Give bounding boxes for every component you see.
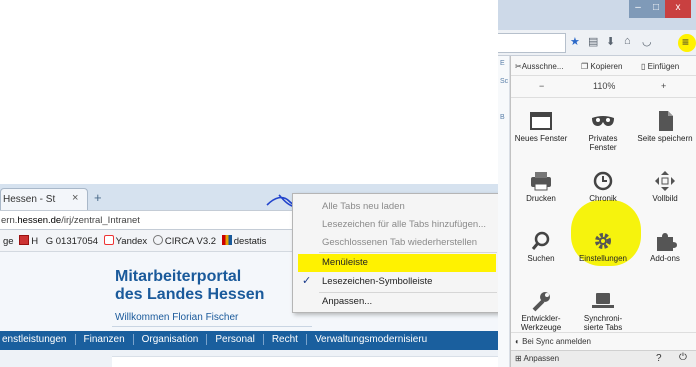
home-icon[interactable]: ⌂: [624, 35, 631, 47]
copy-icon: ❐: [581, 62, 591, 71]
zoom-controls: − 110% +: [511, 76, 696, 98]
menu-separator: [319, 252, 497, 253]
favicon-red-icon: [19, 235, 30, 245]
puzzle-icon: [657, 233, 677, 251]
menu-item-restore-closed-tab[interactable]: Geschlossenen Tab wiederherstellen: [293, 235, 500, 251]
bookmark-item[interactable]: CIRCA V3.2: [152, 235, 216, 247]
content-area: [0, 350, 498, 367]
nav-personal[interactable]: Personal: [207, 334, 264, 345]
printer-icon: [531, 172, 551, 191]
url-prefix: ern.: [1, 215, 18, 226]
bookmark-item[interactable]: destatis: [221, 235, 266, 247]
search-button[interactable]: Suchen: [513, 224, 569, 280]
fullscreen-icon: [655, 171, 675, 191]
zoom-in-button[interactable]: +: [661, 81, 666, 91]
print-button[interactable]: Drucken: [513, 164, 569, 220]
help-icon[interactable]: ?: [656, 353, 662, 364]
menu-item-reload-all-tabs[interactable]: Alle Tabs neu laden: [293, 199, 500, 215]
portal-title: Mitarbeiterportal des Landes Hessen: [115, 268, 265, 303]
menu-separator: [319, 292, 497, 293]
edit-controls: ✂Ausschne... ❐ Kopieren ▯ Einfügen: [511, 56, 696, 76]
fullscreen-button[interactable]: Vollbild: [637, 164, 693, 220]
portal-navigation: enstleistungen Finanzen Organisation Person…: [0, 331, 498, 350]
toolbar-context-menu: Alle Tabs neu laden Lesezeichen für alle…: [292, 193, 501, 313]
copy-button[interactable]: ❐ Kopieren: [581, 62, 622, 71]
bookmark-item[interactable]: Yandex: [103, 235, 147, 247]
cut-button[interactable]: ✂Ausschne...: [515, 62, 564, 71]
close-tab-icon[interactable]: ×: [72, 192, 78, 204]
private-window-button[interactable]: Privates Fenster: [575, 104, 631, 160]
welcome-text: Willkommen Florian Fischer: [115, 312, 239, 323]
page-icon: [659, 111, 673, 131]
panel-footer: ⊞ Anpassen ? ⏻: [511, 350, 696, 367]
paste-button[interactable]: ▯ Einfügen: [641, 62, 679, 71]
bookmark-item[interactable]: G 01317054: [44, 235, 98, 247]
menu-item-customize[interactable]: Anpassen...: [293, 294, 500, 310]
zoom-level[interactable]: 110%: [593, 81, 615, 91]
nav-organisation[interactable]: Organisation: [134, 334, 208, 345]
bookmark-item[interactable]: H: [19, 235, 38, 247]
minimize-button[interactable]: –: [629, 0, 647, 18]
download-icon[interactable]: ⬇: [606, 35, 615, 48]
clock-icon: [593, 171, 613, 191]
sync-signin[interactable]: ◐ Bei Sync anmelden: [511, 332, 696, 350]
clipboard-icon: ▯: [641, 62, 648, 71]
pocket-icon[interactable]: ◡: [642, 35, 652, 48]
title-bar: – □ x: [498, 0, 696, 30]
menu-item-bookmarks-toolbar[interactable]: Lesezeichen-Symbolleiste: [293, 274, 500, 290]
settings-button[interactable]: Einstellungen: [575, 224, 631, 280]
circa-icon: [152, 235, 163, 245]
nav-recht[interactable]: Recht: [264, 334, 307, 345]
search-icon: [531, 231, 550, 250]
close-window-button[interactable]: x: [665, 0, 691, 18]
mask-icon: [592, 116, 614, 126]
gear-icon: [595, 233, 611, 249]
divider: [112, 326, 312, 327]
new-tab-button[interactable]: +: [94, 190, 102, 205]
zoom-out-button[interactable]: −: [539, 81, 544, 91]
menu-item-bookmark-all-tabs[interactable]: Lesezeichen für alle Tabs hinzufügen...: [293, 217, 500, 233]
url-bar-edge[interactable]: [498, 33, 566, 53]
tab-intranet[interactable]: Hessen - St ×: [0, 188, 88, 210]
window-icon: [530, 112, 552, 130]
window-controls: – □ x: [629, 0, 691, 18]
new-window-button[interactable]: Neues Fenster: [513, 104, 569, 160]
destatis-icon: [221, 235, 232, 245]
nav-finanzen[interactable]: Finanzen: [76, 334, 134, 345]
bookmark-item[interactable]: ge: [3, 236, 14, 247]
tab-title: Hessen - St: [3, 194, 56, 205]
menu-item-menubar[interactable]: Menüleiste: [293, 255, 500, 271]
sync-tabs-icon: [592, 293, 614, 308]
save-page-button[interactable]: Seite speichern: [637, 104, 693, 160]
addons-button[interactable]: Add-ons: [637, 224, 693, 280]
nav-verwaltungsmodernisierung[interactable]: Verwaltungsmodernisieru: [307, 334, 435, 345]
nav-dienstleistungen[interactable]: enstleistungen: [0, 334, 76, 345]
sync-icon: ◐: [515, 337, 523, 346]
nav-toolbar: ★ ▤ ⬇ ⌂ ◡ ≡: [498, 30, 696, 56]
yandex-icon: [103, 235, 114, 245]
url-path: /irj/zentral_Intranet: [61, 215, 140, 226]
maximize-button[interactable]: □: [647, 0, 665, 18]
customize-button[interactable]: ⊞ Anpassen: [515, 354, 559, 363]
history-button[interactable]: Chronik: [575, 164, 631, 220]
firefox-window: – □ x ★ ▤ ⬇ ⌂ ◡ ≡ E Sc B ✂Ausschne... ❐ …: [498, 0, 696, 367]
wrench-icon: [532, 292, 550, 312]
page-edge: E Sc B: [498, 56, 510, 367]
reading-list-icon[interactable]: ▤: [588, 35, 598, 48]
scissors-icon: ✂: [515, 62, 522, 71]
firefox-menu-panel: ✂Ausschne... ❐ Kopieren ▯ Einfügen − 110…: [510, 56, 696, 367]
panel-tiles: Neues Fenster Privates Fenster Seite spe…: [511, 98, 696, 334]
hamburger-menu-icon[interactable]: ≡: [682, 35, 689, 49]
bookmark-star-icon[interactable]: ★: [570, 35, 580, 48]
power-icon[interactable]: ⏻: [679, 352, 687, 363]
url-host: hessen.de: [17, 215, 62, 226]
